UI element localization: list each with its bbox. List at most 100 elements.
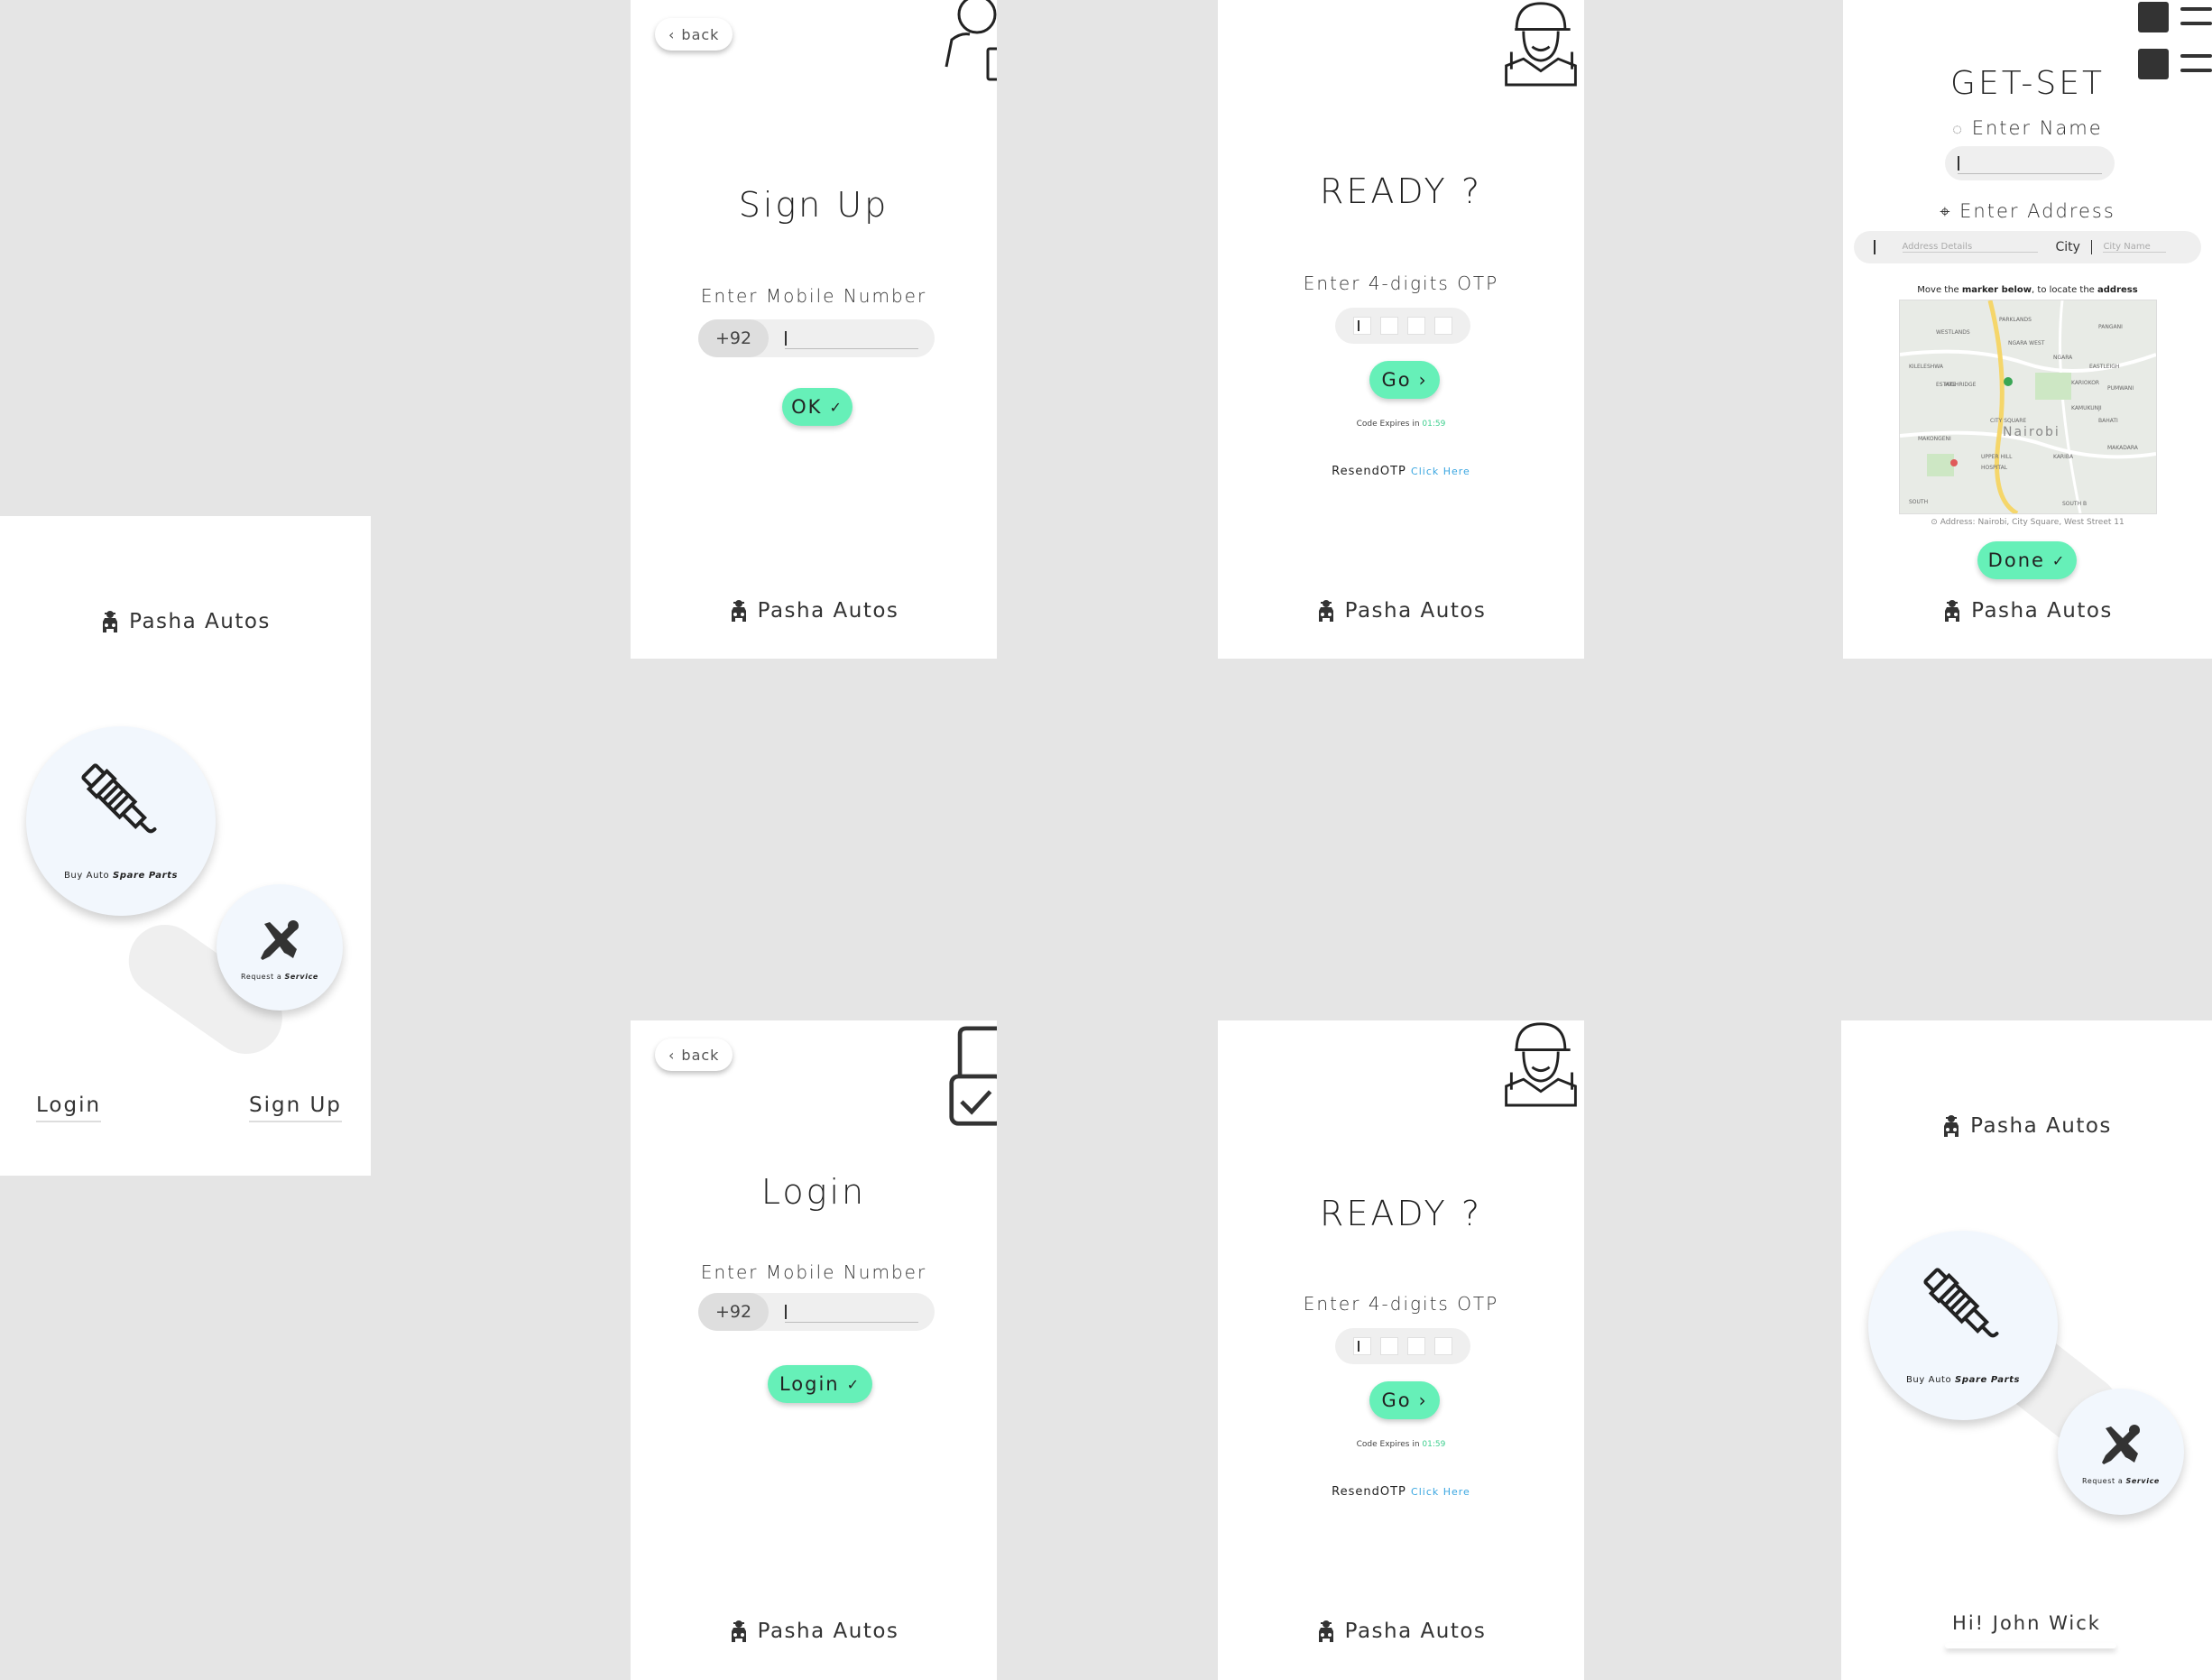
otp-digit-1[interactable] [1353, 1337, 1371, 1355]
spare-parts-button[interactable]: Buy Auto Spare Parts [26, 726, 216, 916]
spark-plug-icon [1923, 1268, 1999, 1338]
otp-digit-4[interactable] [1434, 1337, 1452, 1355]
address-input[interactable]: Address Details [1902, 242, 2038, 253]
resend-link[interactable]: Click Here [1411, 1486, 1470, 1498]
getset-title: GET-SET [1950, 65, 2105, 102]
otp-title: READY ? [1319, 171, 1483, 211]
otp-digit-1[interactable] [1353, 317, 1371, 335]
map-label: KILELESHWA [1909, 364, 1944, 370]
mechanic-icon [1505, 2, 1577, 87]
mechanic-car-icon [1944, 1115, 1959, 1137]
check-icon: ✓ [829, 398, 843, 416]
resend-link[interactable]: Click Here [1411, 466, 1470, 477]
otp-digit-3[interactable] [1407, 1337, 1425, 1355]
city-input[interactable]: City Name [2103, 242, 2167, 253]
chevron-right-icon: › [1418, 1389, 1428, 1411]
brand-footer: Pasha Autos [631, 1620, 997, 1643]
otp-digit-2[interactable] [1380, 1337, 1398, 1355]
done-button[interactable]: Done ✓ [1977, 541, 2077, 579]
greeting: Hi! John Wick [1952, 1612, 2101, 1634]
service-caption: Request a Service [241, 973, 318, 981]
service-button[interactable]: Request a Service [2058, 1389, 2184, 1515]
mobile-input[interactable]: +92 [698, 1293, 935, 1331]
map-label: SOUTH B [2062, 501, 2088, 507]
brand-footer: Pasha Autos [1218, 599, 1584, 623]
chevron-left-icon: ‹ [668, 1046, 676, 1064]
otp-label: Enter 4-digits OTP [1303, 272, 1499, 294]
mechanic-car-icon [731, 600, 746, 622]
address-readout: ⊙ Address: Nairobi, City Square, West St… [1931, 518, 2124, 527]
otp-digit-4[interactable] [1434, 317, 1452, 335]
map-label: KARIOKOR [2071, 380, 2100, 386]
otp-title: READY ? [1319, 1194, 1483, 1233]
person-icon: ◌ [1952, 120, 1964, 139]
login-button[interactable]: Login ✓ [768, 1365, 872, 1403]
go-button[interactable]: Go › [1369, 1381, 1440, 1419]
map-label: ESTATE [1936, 382, 1956, 388]
brand-footer: Pasha Autos [631, 599, 997, 623]
mobile-label: Enter Mobile Number [700, 285, 927, 307]
mechanic-car-icon [1318, 600, 1333, 622]
ok-button[interactable]: OK ✓ [782, 388, 853, 426]
spark-plug-icon [81, 763, 157, 834]
map-label: EASTLEIGH [2089, 364, 2120, 370]
mechanic-icon [1505, 1022, 1577, 1107]
home-screen: Pasha Autos Buy Auto Spare Parts Request… [0, 516, 371, 1176]
back-button[interactable]: ‹ back [655, 18, 733, 51]
tools-icon [2102, 1425, 2140, 1464]
brand-footer: Pasha Autos [1218, 1620, 1584, 1643]
mechanic-car-icon [1945, 600, 1960, 622]
spare-parts-caption: Buy Auto Spare Parts [63, 871, 179, 881]
code-expires: Code Expires in 01:59 [1356, 1440, 1446, 1449]
person-phone-icon [945, 0, 997, 81]
mobile-input[interactable]: +92 [698, 319, 935, 357]
otp-label: Enter 4-digits OTP [1303, 1293, 1499, 1315]
map-label: PANGANI [2098, 324, 2123, 330]
check-icon: ✓ [846, 1375, 862, 1393]
signup-screen: ‹ back Sign Up Enter Mobile Number +92 OK… [631, 0, 997, 659]
signup-title: Sign Up [738, 185, 889, 225]
address-input-row: Address Details City City Name [1854, 231, 2201, 263]
code-expires: Code Expires in 01:59 [1356, 420, 1446, 429]
otp-digit-3[interactable] [1407, 317, 1425, 335]
greeting-underline [1945, 1643, 2116, 1648]
location-pin-icon: ⌖ [1940, 200, 1952, 222]
chevron-left-icon: ‹ [668, 25, 676, 43]
map-label: PARKLANDS [1999, 317, 2032, 323]
map-label: WESTLANDS [1936, 329, 1970, 336]
resend-row: ResendOTP Click Here [1332, 1485, 1470, 1499]
city-label: City [2055, 240, 2080, 254]
otp-input[interactable] [1335, 308, 1470, 344]
otp-digit-2[interactable] [1380, 317, 1398, 335]
login-link[interactable]: Login [36, 1094, 102, 1122]
brand-name: Pasha Autos [129, 610, 271, 633]
mechanic-car-icon [731, 1620, 746, 1642]
lock-check-icon [949, 1026, 997, 1126]
login-screen: ‹ back Login Enter Mobile Number +92 Logi… [631, 1020, 997, 1680]
getset-screen: GET-SET ◌ Enter Name ⌖ Enter Address Add… [1843, 0, 2212, 659]
map-label: BAHATI [2098, 418, 2118, 424]
go-button[interactable]: Go › [1369, 361, 1440, 399]
map-label: NGARA [2053, 355, 2073, 361]
name-input[interactable] [1945, 146, 2115, 180]
spare-parts-button[interactable]: Buy Auto Spare Parts [1868, 1231, 2058, 1420]
map-label: MAKADARA [2107, 445, 2138, 451]
map-label: PUMWANI [2107, 385, 2134, 392]
mechanic-car-icon [103, 611, 118, 632]
login-title: Login [760, 1172, 867, 1212]
map-city-label: Nairobi [2003, 425, 2060, 439]
menu-icon-block-1 [2138, 2, 2169, 32]
location-map[interactable]: Nairobi WESTLANDS PARKLANDS NGARA WEST N… [1899, 300, 2157, 514]
home-loggedin-screen: Pasha Autos Buy Auto Spare Parts Request… [1841, 1020, 2212, 1680]
chevron-right-icon: › [1418, 369, 1428, 391]
otp-input[interactable] [1335, 1328, 1470, 1364]
mechanic-car-icon [1318, 1620, 1333, 1642]
otp-screen-bottom: READY ? Enter 4-digits OTP Go › Code Expi… [1218, 1020, 1584, 1680]
back-button[interactable]: ‹ back [655, 1038, 733, 1071]
service-button[interactable]: Request a Service [217, 884, 343, 1011]
country-code[interactable]: +92 [698, 319, 769, 357]
name-label: ◌ Enter Name [1952, 117, 2103, 139]
country-code[interactable]: +92 [698, 1293, 769, 1331]
signup-link[interactable]: Sign Up [249, 1094, 342, 1122]
map-label: NGARA WEST [2008, 340, 2045, 346]
